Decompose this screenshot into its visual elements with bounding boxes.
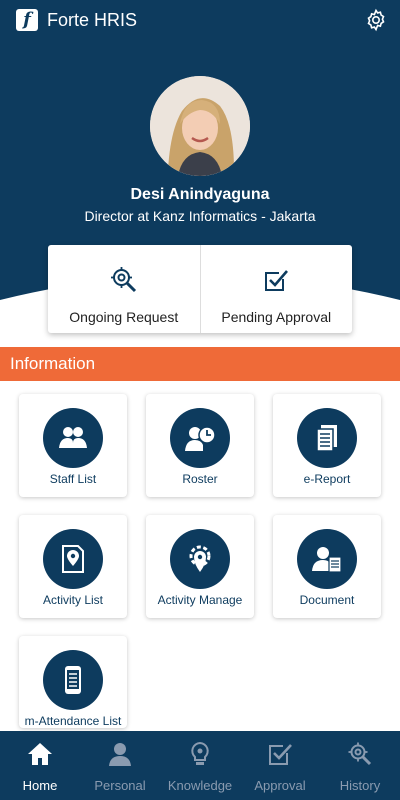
ongoing-request-button[interactable]: Ongoing Request <box>48 245 200 333</box>
user-name: Desi Anindyaguna <box>130 186 270 203</box>
user-clock-icon <box>185 426 216 451</box>
nav-item-personal[interactable]: Personal <box>80 731 160 800</box>
menu-tile-document[interactable]: Document <box>273 515 381 618</box>
search-gear-icon <box>110 267 136 293</box>
tile-icon-circle <box>43 650 103 710</box>
nav-label: Approval <box>254 778 306 793</box>
ongoing-request-label: Ongoing Request <box>69 309 179 325</box>
checkbox-icon <box>269 744 292 765</box>
tile-label: Activity List <box>42 593 103 607</box>
user-role: Director at Kanz Informatics - Jakarta <box>84 208 316 224</box>
user-document-icon <box>312 547 342 573</box>
menu-tile-activity-manage[interactable]: Activity Manage <box>146 515 254 618</box>
tile-label: m-Attendance List <box>24 714 122 728</box>
person-icon <box>109 743 131 766</box>
section-title: Information <box>10 354 96 373</box>
menu-tile-activity-list[interactable]: Activity List <box>19 515 127 618</box>
mobile-list-icon <box>65 666 81 694</box>
tile-label: e-Report <box>303 472 351 486</box>
menu-tile-roster[interactable]: Roster <box>146 394 254 497</box>
pending-approval-label: Pending Approval <box>221 309 332 325</box>
quick-actions-card: Ongoing Request Pending Approval <box>48 245 352 333</box>
app-title: Forte HRIS <box>47 10 138 30</box>
pin-gear-icon <box>189 545 211 572</box>
users-icon <box>59 427 87 448</box>
nav-item-home[interactable]: Home <box>0 731 80 800</box>
top-app-bar: f Forte HRIS <box>0 0 400 40</box>
avatar-image <box>150 76 250 176</box>
tile-label: Staff List <box>49 472 97 486</box>
tile-label: Document <box>299 593 355 607</box>
gear-icon[interactable] <box>364 8 388 32</box>
nav-label: History <box>339 778 381 793</box>
nav-label: Knowledge <box>167 778 233 793</box>
logo-letter: f <box>23 9 31 30</box>
menu-tile-staff-list[interactable]: Staff List <box>19 394 127 497</box>
information-section-header: Information <box>0 347 400 381</box>
search-gear-icon <box>348 742 372 766</box>
map-pin-document-icon <box>62 545 84 573</box>
app-logo: f <box>16 9 38 31</box>
pending-approval-button[interactable]: Pending Approval <box>199 245 353 333</box>
lightbulb-icon <box>191 741 209 765</box>
checkbox-icon <box>265 270 289 291</box>
nav-item-knowledge[interactable]: Knowledge <box>160 731 240 800</box>
tile-icon-circle <box>43 529 103 589</box>
tile-icon-circle <box>297 529 357 589</box>
menu-tile-m-attendance-list[interactable]: m-Attendance List <box>19 636 127 728</box>
nav-item-approval[interactable]: Approval <box>240 731 320 800</box>
nav-label: Personal <box>94 778 146 793</box>
home-icon <box>28 743 52 765</box>
nav-item-history[interactable]: History <box>320 731 400 800</box>
tile-icon-circle <box>170 408 230 468</box>
tile-label: Activity Manage <box>157 593 243 607</box>
report-icon <box>316 425 337 452</box>
bottom-navigation: Home Personal Knowledge Approval History <box>0 731 400 800</box>
avatar[interactable] <box>150 76 250 176</box>
nav-label: Home <box>22 778 58 793</box>
tile-icon-circle <box>43 408 103 468</box>
tile-icon-circle <box>170 529 230 589</box>
tile-icon-circle <box>297 408 357 468</box>
tile-label: Roster <box>182 472 218 486</box>
menu-tile-e-report[interactable]: e-Report <box>273 394 381 497</box>
